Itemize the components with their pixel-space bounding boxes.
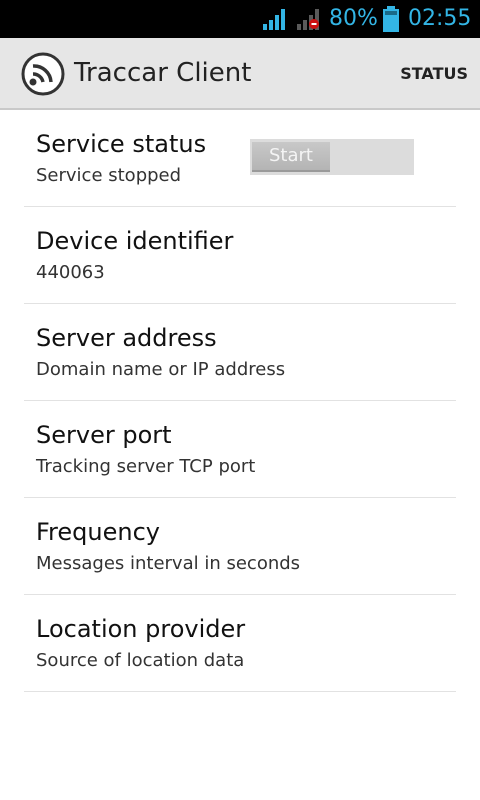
pref-summary: Tracking server TCP port (36, 456, 256, 477)
pref-summary: Service stopped (36, 165, 182, 186)
clock: 02:55 (408, 6, 472, 31)
action-bar: Traccar Client STATUS (0, 38, 480, 110)
pref-service-status[interactable]: Service status Service stopped Start (24, 110, 456, 207)
preferences-list: Service status Service stopped Start Dev… (24, 110, 456, 692)
pref-summary: Domain name or IP address (36, 359, 286, 380)
pref-title: Device identifier (36, 227, 234, 255)
pref-summary: Messages interval in seconds (36, 553, 301, 574)
pref-title: Service status (36, 130, 207, 158)
pref-title: Frequency (36, 518, 160, 546)
pref-title: Server port (36, 421, 172, 449)
signal-icon (263, 9, 285, 30)
pref-title: Location provider (36, 615, 246, 643)
app-title: Traccar Client (74, 58, 252, 88)
pref-summary: Source of location data (36, 650, 245, 671)
pref-device-identifier[interactable]: Device identifier 440063 (24, 207, 456, 304)
pref-server-port[interactable]: Server port Tracking server TCP port (24, 401, 456, 498)
pref-title: Server address (36, 324, 217, 352)
pref-summary: 440063 (36, 262, 105, 283)
battery-percent: 80% (329, 6, 378, 31)
service-toggle[interactable]: Start (250, 139, 414, 175)
status-bar: 80% 02:55 (0, 0, 480, 38)
status-action-button[interactable]: STATUS (400, 64, 468, 84)
traccar-logo-icon[interactable] (20, 51, 66, 97)
battery-icon (383, 6, 399, 32)
signal-no-sim-icon (297, 9, 319, 30)
pref-location-provider[interactable]: Location provider Source of location dat… (24, 595, 456, 692)
pref-frequency[interactable]: Frequency Messages interval in seconds (24, 498, 456, 595)
pref-server-address[interactable]: Server address Domain name or IP address (24, 304, 456, 401)
toggle-thumb[interactable]: Start (252, 142, 330, 172)
